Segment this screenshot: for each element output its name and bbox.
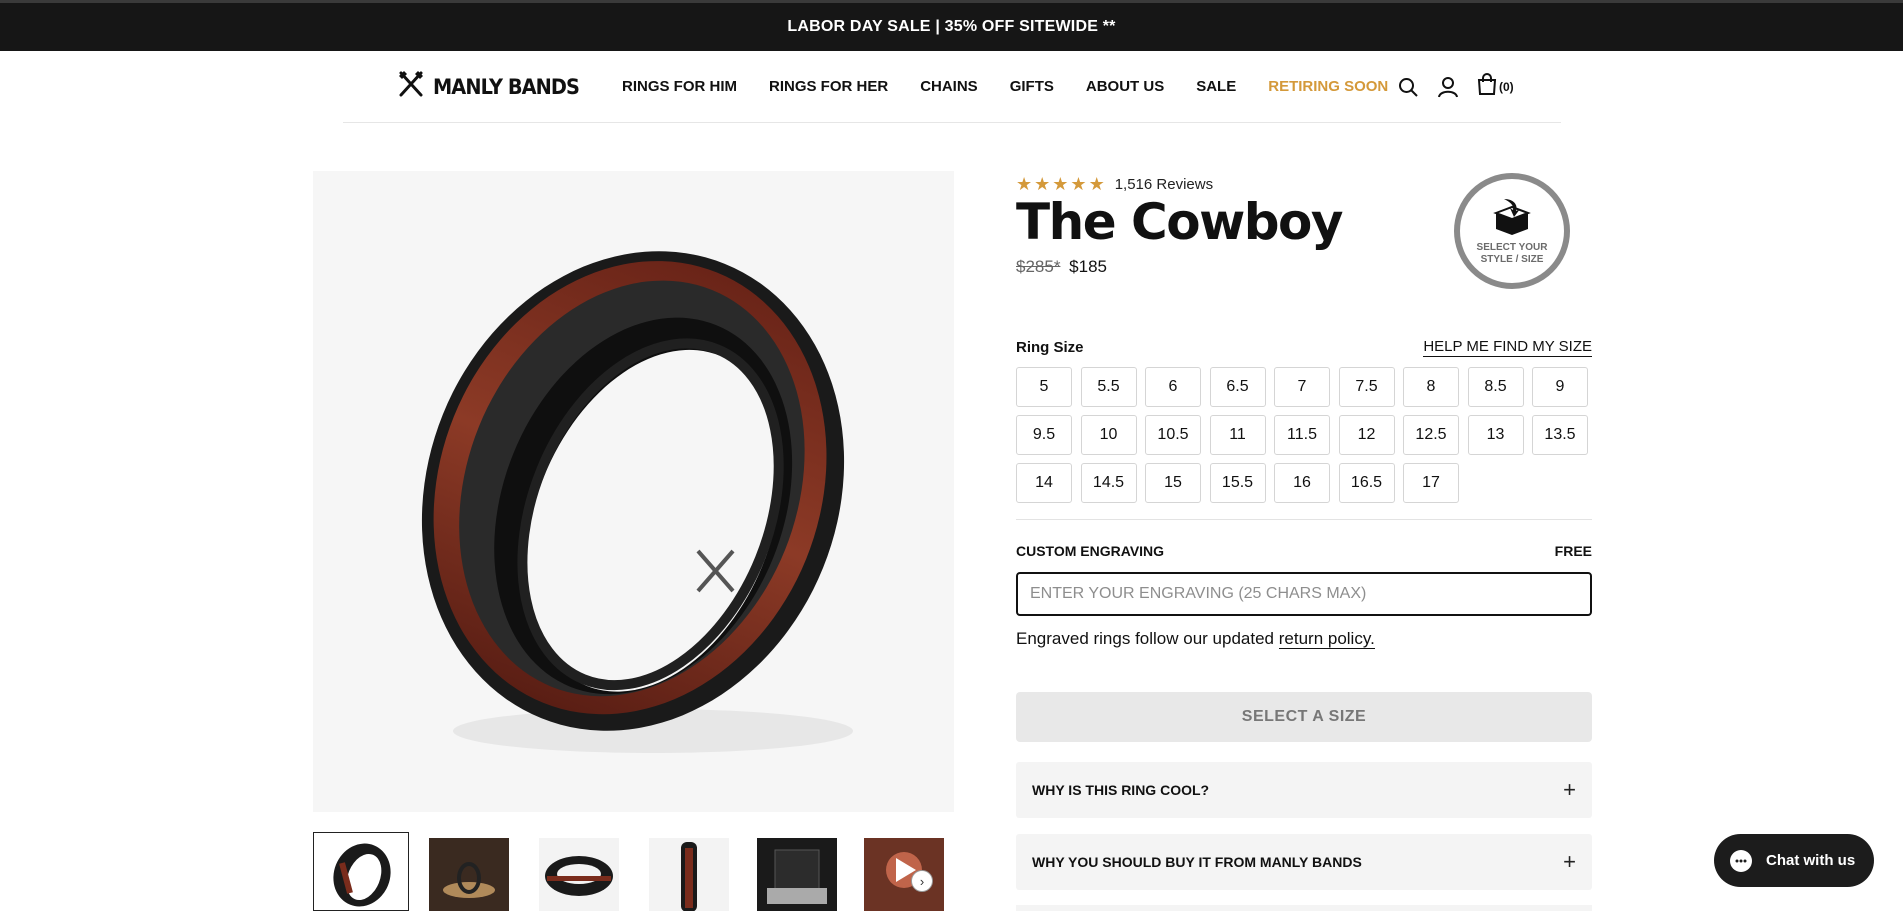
size-option-5-5[interactable]: 5.5 bbox=[1080, 367, 1137, 407]
site-header: MANLY BANDS RINGS FOR HIM RINGS FOR HER … bbox=[343, 51, 1561, 123]
divider bbox=[1016, 519, 1592, 520]
engraving-note-text: Engraved rings follow our updated bbox=[1016, 629, 1279, 648]
size-option-16[interactable]: 16 bbox=[1274, 463, 1330, 503]
chevron-right-icon[interactable]: › bbox=[911, 870, 933, 892]
thumbnail-ring-box[interactable] bbox=[757, 838, 837, 911]
plus-icon: + bbox=[1563, 849, 1576, 874]
size-option-11-5[interactable]: 11.5 bbox=[1274, 415, 1330, 455]
size-option-9[interactable]: 9 bbox=[1532, 367, 1588, 407]
engraving-label: CUSTOM ENGRAVING bbox=[1016, 543, 1165, 559]
nav-sale[interactable]: SALE bbox=[1196, 78, 1236, 95]
accordion-next-partial[interactable] bbox=[1016, 905, 1592, 911]
size-option-12[interactable]: 12 bbox=[1338, 415, 1395, 455]
star-icon: ★ bbox=[1052, 174, 1069, 194]
announcement-bar: LABOR DAY SALE | 35% OFF SITEWIDE ** bbox=[0, 3, 1903, 51]
nav-rings-for-her[interactable]: RINGS FOR HER bbox=[769, 78, 888, 95]
nav-chains[interactable]: CHAINS bbox=[920, 78, 978, 95]
cart-button[interactable]: (0) bbox=[1477, 73, 1514, 100]
box-arrow-icon bbox=[1490, 197, 1534, 240]
thumbnail-ring-side[interactable] bbox=[539, 838, 619, 911]
size-option-8[interactable]: 8 bbox=[1403, 367, 1459, 407]
accordion-why-cool[interactable]: WHY IS THIS RING COOL? + bbox=[1016, 762, 1592, 818]
size-label: Ring Size bbox=[1016, 339, 1084, 356]
nav-gifts[interactable]: GIFTS bbox=[1010, 78, 1054, 95]
star-icon: ★ bbox=[1016, 174, 1033, 194]
product-title: The Cowboy bbox=[1016, 193, 1344, 251]
accordion-label: WHY YOU SHOULD BUY IT FROM MANLY BANDS bbox=[1032, 854, 1362, 870]
size-option-12-5[interactable]: 12.5 bbox=[1403, 415, 1459, 455]
cart-icon bbox=[1477, 73, 1497, 100]
size-option-11[interactable]: 11 bbox=[1209, 415, 1266, 455]
size-option-15-5[interactable]: 15.5 bbox=[1209, 463, 1266, 503]
nav-rings-for-him[interactable]: RINGS FOR HIM bbox=[622, 78, 737, 95]
thumbnail-ring-front[interactable] bbox=[313, 832, 409, 911]
account-icon[interactable] bbox=[1437, 76, 1459, 98]
reviews-count: 1,516 Reviews bbox=[1114, 175, 1214, 193]
size-option-7-5[interactable]: 7.5 bbox=[1338, 367, 1395, 407]
size-option-13-5[interactable]: 13.5 bbox=[1532, 415, 1588, 455]
size-option-14[interactable]: 14 bbox=[1016, 463, 1072, 503]
accordion-why-buy[interactable]: WHY YOU SHOULD BUY IT FROM MANLY BANDS + bbox=[1016, 834, 1592, 890]
announcement-text: LABOR DAY SALE | 35% OFF SITEWIDE ** bbox=[787, 18, 1116, 35]
find-size-link[interactable]: HELP ME FIND MY SIZE bbox=[1423, 338, 1592, 357]
thumbnail-ring-edge[interactable] bbox=[649, 838, 729, 911]
nav-about-us[interactable]: ABOUT US bbox=[1086, 78, 1164, 95]
select-size-button[interactable]: SELECT A SIZE bbox=[1016, 692, 1592, 742]
thumbnail-ring-lifestyle[interactable] bbox=[429, 838, 509, 911]
engraving-header: CUSTOM ENGRAVING FREE bbox=[1016, 543, 1592, 559]
cart-count: (0) bbox=[1499, 79, 1514, 94]
plus-icon: + bbox=[1563, 777, 1576, 802]
chat-bubble-icon bbox=[1730, 849, 1752, 872]
thumbnail-ring-video[interactable] bbox=[864, 838, 944, 911]
main-nav: RINGS FOR HIM RINGS FOR HER CHAINS GIFTS… bbox=[622, 78, 1420, 95]
size-option-7[interactable]: 7 bbox=[1274, 367, 1330, 407]
logo[interactable]: MANLY BANDS bbox=[397, 70, 592, 103]
ring-image bbox=[421, 251, 853, 753]
size-option-16-5[interactable]: 16.5 bbox=[1338, 463, 1395, 503]
price-current: $185 bbox=[1069, 257, 1107, 276]
rating[interactable]: ★ ★ ★ ★ ★ 1,516 Reviews bbox=[1016, 175, 1213, 193]
price: $285* $185 bbox=[1016, 257, 1107, 277]
size-header: Ring Size HELP ME FIND MY SIZE bbox=[1016, 338, 1592, 357]
engraving-price: FREE bbox=[1554, 543, 1592, 559]
thumbnail-strip: › bbox=[313, 832, 954, 911]
chat-label: Chat with us bbox=[1766, 852, 1856, 869]
size-option-17[interactable]: 17 bbox=[1403, 463, 1459, 503]
size-option-15[interactable]: 15 bbox=[1145, 463, 1201, 503]
size-option-10-5[interactable]: 10.5 bbox=[1145, 415, 1201, 455]
accordion-label: WHY IS THIS RING COOL? bbox=[1032, 782, 1210, 798]
star-icon: ★ bbox=[1034, 174, 1051, 194]
product-main-image[interactable] bbox=[313, 171, 954, 812]
chat-button[interactable]: Chat with us bbox=[1714, 834, 1874, 887]
engraving-note: Engraved rings follow our updated return… bbox=[1016, 629, 1375, 649]
badge-text: SELECT YOUR STYLE / SIZE bbox=[1476, 241, 1548, 265]
header-icons: (0) bbox=[1397, 73, 1514, 100]
size-option-14-5[interactable]: 14.5 bbox=[1080, 463, 1137, 503]
size-option-10[interactable]: 10 bbox=[1080, 415, 1137, 455]
size-option-6[interactable]: 6 bbox=[1145, 367, 1201, 407]
return-policy-link[interactable]: return policy. bbox=[1278, 629, 1375, 649]
star-icon: ★ bbox=[1070, 174, 1087, 194]
style-size-badge[interactable]: SELECT YOUR STYLE / SIZE bbox=[1454, 173, 1570, 289]
size-option-13[interactable]: 13 bbox=[1467, 415, 1524, 455]
size-option-5[interactable]: 5 bbox=[1016, 367, 1072, 407]
crossed-axes-icon bbox=[397, 70, 425, 103]
engraving-input[interactable] bbox=[1016, 572, 1592, 616]
logo-text: MANLY BANDS bbox=[433, 74, 580, 99]
size-option-9-5[interactable]: 9.5 bbox=[1016, 415, 1072, 455]
nav-retiring-soon[interactable]: RETIRING SOON bbox=[1268, 78, 1388, 95]
price-original: $285* bbox=[1016, 257, 1061, 276]
star-icon: ★ bbox=[1088, 174, 1105, 194]
size-option-8-5[interactable]: 8.5 bbox=[1467, 367, 1524, 407]
size-option-6-5[interactable]: 6.5 bbox=[1209, 367, 1266, 407]
search-icon[interactable] bbox=[1397, 76, 1419, 98]
